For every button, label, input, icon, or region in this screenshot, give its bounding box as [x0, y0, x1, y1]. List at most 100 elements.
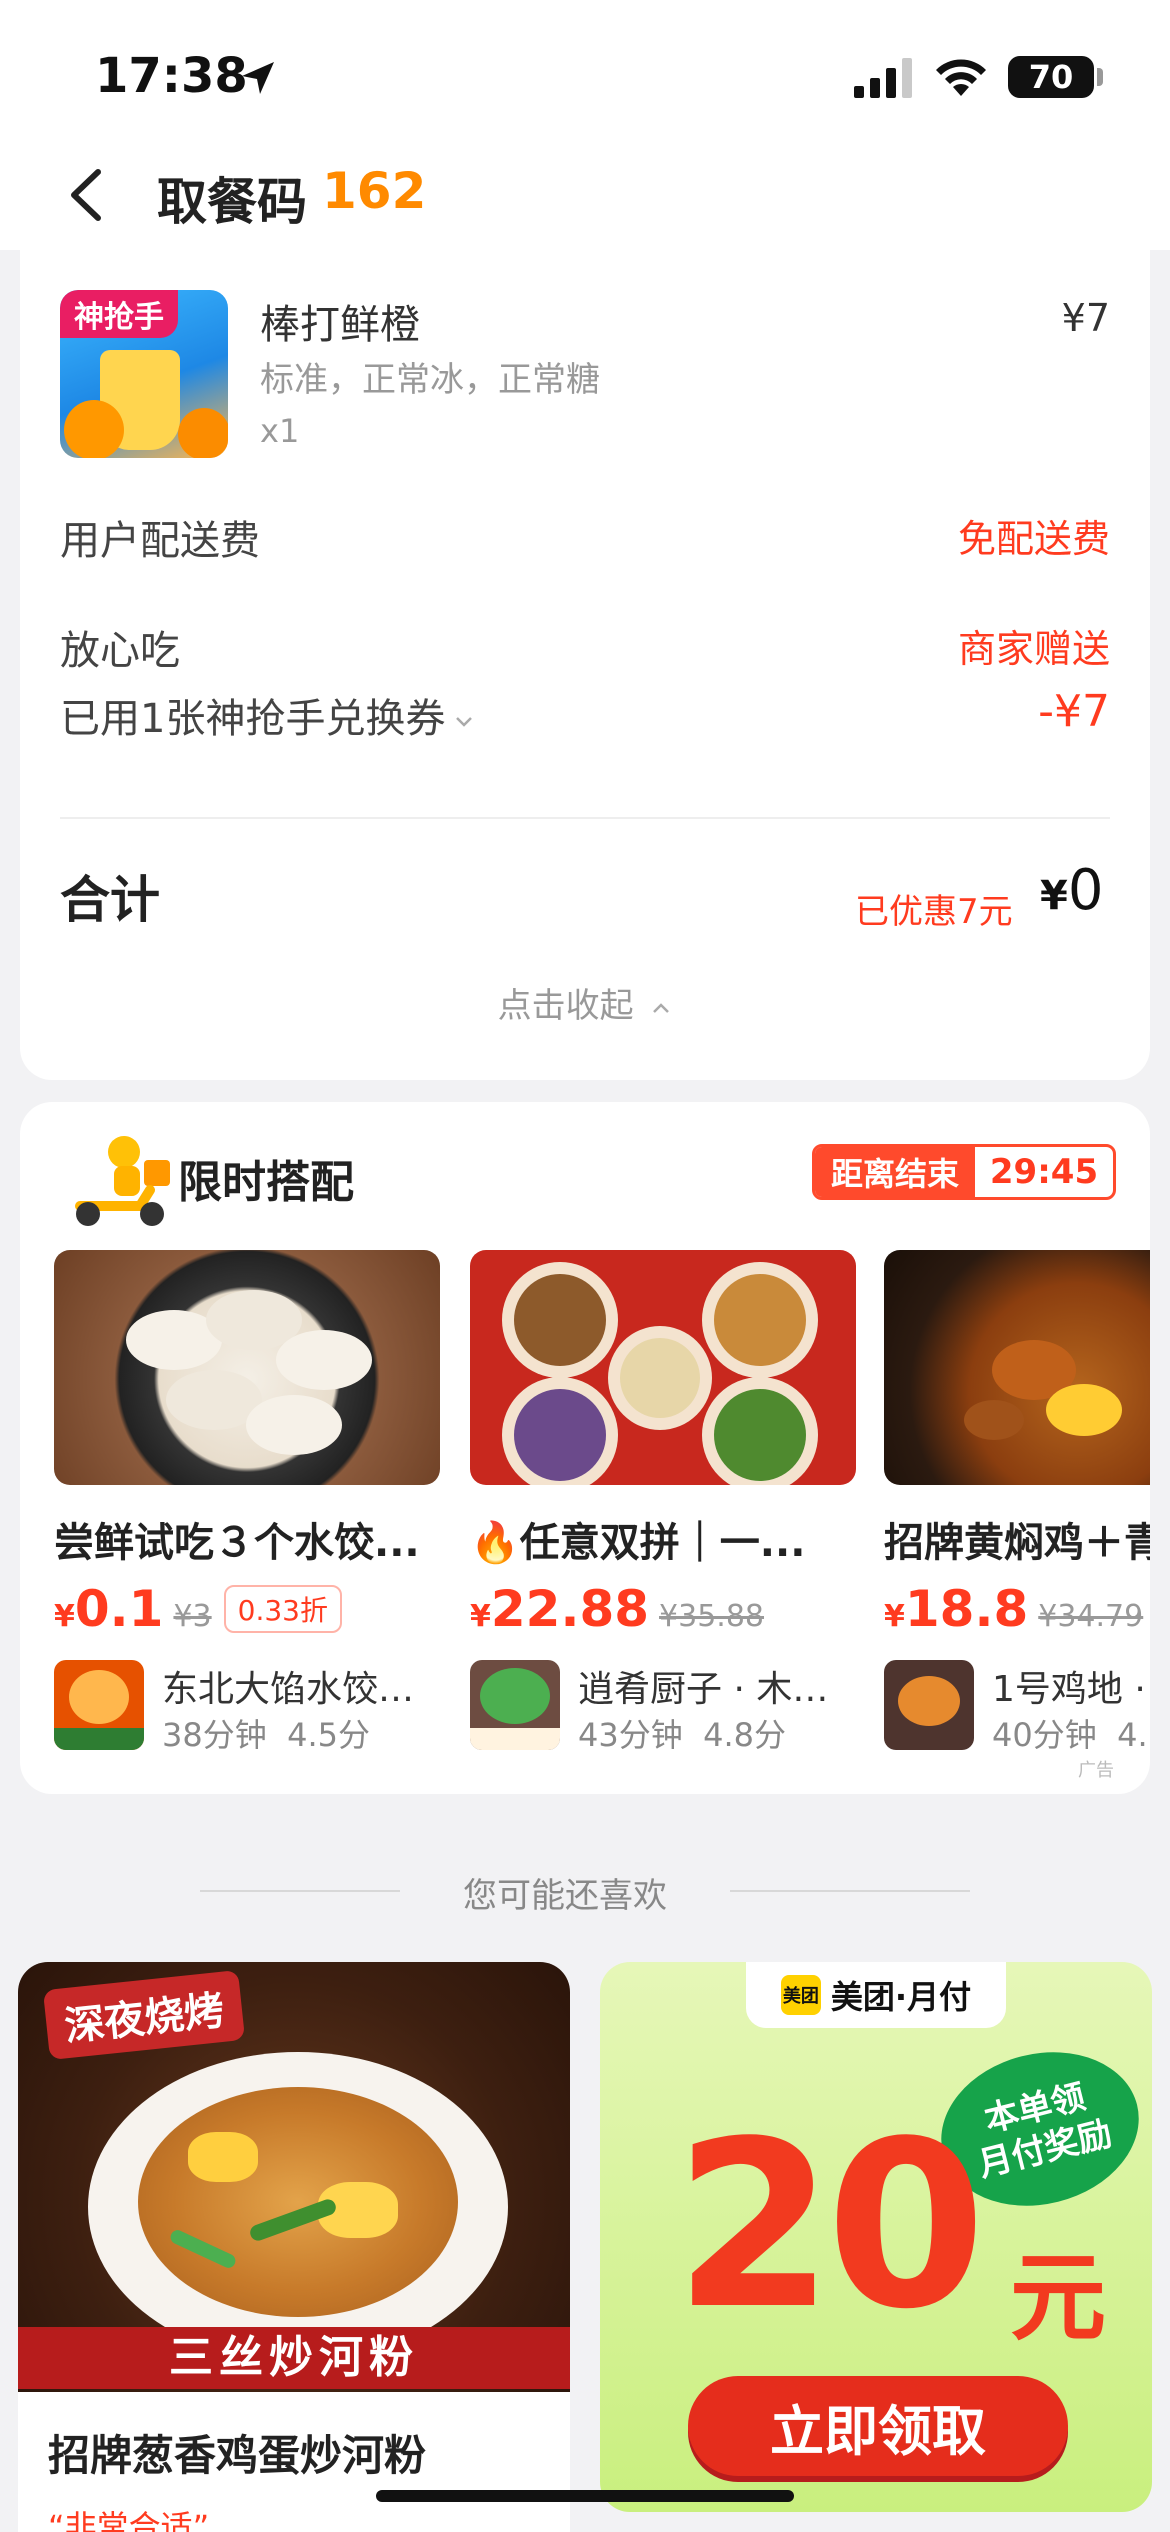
location-arrow-icon [242, 62, 274, 94]
divider-right [730, 1890, 970, 1892]
night-bbq-badge: 深夜烧烤 [42, 1969, 246, 2061]
dish-price-value: 18.8 [904, 1580, 1029, 1638]
shop-rating: 4. [1117, 1716, 1148, 1754]
countdown-label: 距离结束 [815, 1147, 975, 1197]
item-thumbnail: 神抢手 [60, 290, 228, 458]
discount-badge: 0.33折 [223, 1585, 342, 1633]
total-amount: ¥0 [1040, 858, 1103, 923]
page-title: 取餐码 [157, 173, 307, 231]
total-saved: 已优惠7元 [855, 892, 1013, 932]
currency-symbol: ¥ [884, 1599, 905, 1634]
safe-eat-label: 放心吃 [60, 628, 180, 674]
brand-name: 美团·月付 [830, 1978, 972, 2016]
reward-amount: 20 [674, 2093, 986, 2360]
meituan-logo: 美团 [780, 1975, 821, 2015]
monthly-pay-promo-card[interactable]: 美团 美团·月付 本单领 月付奖励 20 元 立即领取 [600, 1962, 1152, 2512]
dish-price: ¥18.8 ¥34.79 [884, 1580, 1143, 1638]
countdown-time: 29:45 [989, 1152, 1099, 1192]
safe-eat-row: 放心吃 商家赠送 [60, 618, 1110, 678]
currency-symbol: ¥ [470, 1599, 491, 1634]
total-value: 0 [1067, 858, 1104, 923]
reward-unit: 元 [1010, 2242, 1106, 2354]
dish-name: 招牌黄焖鸡＋青 [884, 1520, 1150, 1566]
divider [60, 817, 1110, 819]
dish-original-price: ¥3 [173, 1599, 212, 1634]
delivery-fee-row: 用户配送费 免配送费 [60, 508, 1110, 568]
chevron-down-icon[interactable] [453, 710, 475, 732]
ad-label: 广告 [1078, 1760, 1114, 1781]
delivery-time: 38分钟 [162, 1716, 267, 1754]
recommend-dish-title: 招牌葱香鸡蛋炒河粉 [48, 2431, 427, 2480]
back-icon[interactable] [58, 160, 118, 230]
wifi-icon [936, 59, 986, 96]
status-bar: 17:38 70 [0, 0, 1170, 140]
egg-graphic [188, 2132, 258, 2182]
shop-meta: 38分钟 4.5分 [162, 1710, 370, 1756]
battery-cap [1097, 68, 1103, 86]
item-badge: 神抢手 [60, 290, 178, 338]
dish-image [54, 1250, 440, 1485]
dish-image [470, 1250, 856, 1485]
dish-name: 尝鲜试吃３个水饺... [54, 1520, 420, 1566]
dumplings-graphic [126, 1290, 372, 1455]
shop-meta: 43分钟 4.8分 [578, 1710, 786, 1756]
voucher-label-group: 已用1张神抢手兑换券 [60, 686, 475, 744]
shop-logo [884, 1660, 974, 1750]
pickup-code: 162 [322, 162, 427, 220]
combo-title: 限时搭配 [178, 1157, 354, 1208]
currency-symbol: ¥ [54, 1599, 75, 1634]
shop-rating: 4.8分 [703, 1716, 786, 1754]
status-time: 17:38 [95, 48, 248, 104]
limited-combo-card: 限时搭配 距离结束 29:45 尝鲜试吃３个水饺... ¥0.1 ¥3 0.33折 … [20, 1102, 1150, 1794]
voucher-value: -¥7 [1038, 686, 1110, 737]
braised-chicken-graphic [964, 1340, 1122, 1440]
meituan-brand: 美团 美团·月付 [746, 1962, 1006, 2028]
dish-price-value: 0.1 [74, 1580, 164, 1638]
dish-card[interactable]: 招牌黄焖鸡＋青 ¥18.8 ¥34.79 1号鸡地 · 3 40分钟 4. [884, 1250, 1150, 1770]
cellular-signal-icon [854, 58, 912, 98]
chevron-up-icon [653, 1002, 670, 1013]
dish-original-price: ¥35.88 [659, 1599, 765, 1634]
shop-name: 1号鸡地 · 3 [992, 1669, 1150, 1710]
item-spec: 标准，正常冰，正常糖 [260, 360, 600, 400]
dish-price: ¥0.1 ¥3 0.33折 [54, 1580, 342, 1638]
delivery-fee-label: 用户配送费 [60, 518, 260, 564]
dish-image: 深夜烧烤 三丝炒河粉 [18, 1962, 570, 2392]
dish-banner: 三丝炒河粉 [18, 2327, 570, 2389]
shop-logo [54, 1660, 144, 1750]
safe-eat-value: 商家赠送 [957, 627, 1110, 671]
shop-logo [470, 1660, 560, 1750]
orange-graphic [178, 408, 228, 458]
voucher-label: 已用1张神抢手兑换券 [60, 696, 446, 742]
nav-bar: 取餐码 162 [0, 140, 1170, 250]
dish-original-price: ¥34.79 [1038, 1599, 1144, 1634]
voucher-row[interactable]: 已用1张神抢手兑换券 -¥7 [60, 686, 1110, 746]
delivery-time: 40分钟 [992, 1716, 1097, 1754]
order-detail-card: 神抢手 棒打鲜橙 标准，正常冰，正常糖 x1 ¥7 用户配送费 免配送费 放心吃… [20, 250, 1150, 1080]
dish-name: 🔥任意双拼｜一... [470, 1520, 806, 1566]
delivery-fee-value: 免配送费 [957, 517, 1110, 561]
countdown-timer: 距离结束 29:45 [812, 1144, 1116, 1200]
battery-icon: 70 [1008, 56, 1094, 98]
noodles-graphic [138, 2087, 458, 2317]
item-name: 棒打鲜橙 [260, 302, 420, 348]
currency-symbol: ¥ [1040, 873, 1068, 919]
delivery-time: 43分钟 [578, 1716, 683, 1754]
dish-image [884, 1250, 1150, 1485]
recommend-card[interactable]: 深夜烧烤 三丝炒河粉 招牌葱香鸡蛋炒河粉 “非常合适” [18, 1962, 570, 2532]
claim-button[interactable]: 立即领取 [688, 2376, 1068, 2476]
orange-graphic [64, 400, 124, 458]
shop-name: 东北大馅水饺（... [162, 1669, 440, 1710]
shop-rating: 4.5分 [287, 1716, 370, 1754]
dish-price: ¥22.88 ¥35.88 [470, 1580, 764, 1638]
recommend-title: 您可能还喜欢 [463, 1876, 667, 1916]
item-price: ¥7 [1061, 296, 1110, 340]
dish-price-value: 22.88 [490, 1580, 650, 1638]
collapse-button[interactable]: 点击收起 [20, 978, 1150, 1027]
item-quantity: x1 [260, 412, 300, 450]
home-indicator[interactable] [376, 2490, 794, 2502]
shop-name: 逍肴厨子 · 木桶... [578, 1669, 856, 1710]
shop-meta: 40分钟 4. [992, 1710, 1148, 1756]
total-label: 合计 [60, 871, 160, 929]
recommend-quote: “非常合适” [48, 2508, 210, 2532]
